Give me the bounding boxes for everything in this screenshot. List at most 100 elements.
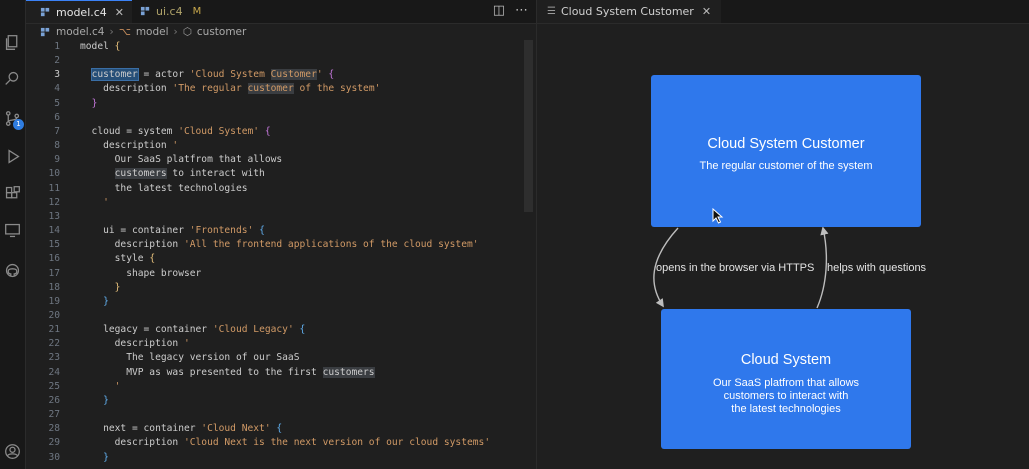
account-icon[interactable] bbox=[2, 441, 22, 461]
remote-explorer-icon[interactable] bbox=[2, 220, 22, 240]
description-line: Our SaaS platfrom that allows bbox=[712, 377, 860, 389]
code-line[interactable]: 7 cloud = system 'Cloud System' { bbox=[26, 125, 526, 139]
line-number: 28 bbox=[48, 423, 60, 435]
editor-actions: ◫ ⋯ bbox=[493, 3, 528, 18]
code-text: style { bbox=[80, 253, 156, 265]
code-line[interactable]: 28 next = container 'Cloud Next' { bbox=[26, 422, 526, 436]
code-line[interactable]: 26 } bbox=[26, 394, 526, 408]
edge-label: opens in the browser via HTTPS bbox=[656, 262, 815, 274]
code-line[interactable]: 6 bbox=[26, 111, 526, 125]
code-line[interactable]: 16 style { bbox=[26, 252, 526, 266]
code-text: ' bbox=[114, 380, 121, 392]
line-number: 22 bbox=[48, 338, 60, 350]
edge-helps-questions bbox=[816, 226, 829, 309]
line-number: 8 bbox=[54, 140, 60, 152]
code-line[interactable]: 3 customer = actor 'Cloud System Custome… bbox=[26, 68, 526, 82]
code-line[interactable]: 30 } bbox=[26, 451, 526, 465]
code-line[interactable]: 29 description 'Cloud Next is the next v… bbox=[26, 436, 526, 450]
code-text: } bbox=[103, 394, 109, 406]
code-text: the latest technologies bbox=[80, 182, 248, 194]
c4-file-icon bbox=[40, 7, 50, 16]
line-number: 12 bbox=[48, 196, 60, 208]
chevron-right-icon: › bbox=[173, 26, 178, 38]
line-number: 1 bbox=[54, 41, 60, 52]
code-line[interactable]: 11 the latest technologies bbox=[26, 182, 526, 196]
split-editor-icon[interactable]: ◫ bbox=[493, 3, 505, 18]
tab-ui-c4[interactable]: ui.c4 M bbox=[132, 0, 201, 23]
code-text: ' bbox=[103, 196, 109, 208]
line-number: 23 bbox=[48, 352, 60, 364]
tab-model-c4[interactable]: model.c4 ✕ bbox=[26, 0, 132, 23]
diagram-preview: ☰ Cloud System Customer ✕ Cloud System C… bbox=[537, 0, 1029, 469]
code-text: shape browser bbox=[80, 267, 202, 279]
code-line[interactable]: 25 ' bbox=[26, 380, 526, 394]
c4-file-icon bbox=[140, 6, 150, 16]
search-icon[interactable] bbox=[2, 68, 22, 88]
line-number: 20 bbox=[48, 309, 60, 321]
tab-label: ui.c4 bbox=[156, 5, 183, 18]
node-title: Cloud System Customer bbox=[707, 136, 865, 152]
node-description: Our SaaS platfrom that allows customers … bbox=[661, 377, 911, 416]
code-text: next = container 'Cloud Next' { bbox=[80, 423, 283, 435]
code-text: description 'The regular customer of the… bbox=[80, 83, 381, 95]
tab-label: model.c4 bbox=[56, 5, 107, 19]
code-line[interactable]: 8 description ' bbox=[26, 139, 526, 153]
chevron-right-icon: › bbox=[109, 26, 114, 38]
line-number: 18 bbox=[48, 281, 60, 293]
code-line[interactable]: 14 ui = container 'Frontends' { bbox=[26, 224, 526, 238]
code-line[interactable]: 1 model { bbox=[26, 40, 526, 54]
more-actions-icon[interactable]: ⋯ bbox=[515, 3, 528, 18]
changes-badge: 1 bbox=[13, 119, 24, 130]
breadcrumb-file[interactable]: model.c4 bbox=[56, 26, 105, 38]
breadcrumb: model.c4 › ⌥ model › ⬡ customer bbox=[40, 25, 246, 39]
line-number: 17 bbox=[48, 267, 60, 279]
line-number: 15 bbox=[48, 239, 60, 251]
github-icon[interactable] bbox=[2, 260, 22, 280]
code-text: description ' bbox=[80, 140, 179, 152]
code-line[interactable]: 2 bbox=[26, 54, 526, 68]
code-text: description 'Cloud Next is the next vers… bbox=[80, 437, 491, 449]
code-line[interactable]: 9 Our SaaS platfrom that allows bbox=[26, 153, 526, 167]
line-number: 5 bbox=[54, 97, 60, 109]
code-line[interactable]: 10 customers to interact with bbox=[26, 167, 526, 181]
code-text: cloud = system 'Cloud System' { bbox=[80, 125, 271, 137]
extensions-icon[interactable] bbox=[2, 183, 22, 203]
line-number: 29 bbox=[48, 437, 60, 449]
scrollbar[interactable] bbox=[524, 40, 533, 212]
code-line[interactable]: 12 ' bbox=[26, 196, 526, 210]
line-number: 19 bbox=[48, 295, 60, 307]
editor-tab-bar: model.c4 ✕ ui.c4 M ◫ ⋯ bbox=[26, 0, 536, 24]
code-line[interactable]: 17 shape browser bbox=[26, 267, 526, 281]
breadcrumb-model[interactable]: model bbox=[136, 26, 169, 38]
code-line[interactable]: 22 description ' bbox=[26, 337, 526, 351]
node-customer[interactable]: Cloud System Customer The regular custom… bbox=[651, 75, 921, 227]
line-number: 13 bbox=[48, 210, 60, 222]
code-line[interactable]: 23 The legacy version of our SaaS bbox=[26, 351, 526, 365]
line-number: 9 bbox=[54, 154, 60, 166]
close-icon[interactable]: ✕ bbox=[115, 6, 124, 19]
line-number: 21 bbox=[48, 324, 60, 336]
line-number: 3 bbox=[54, 69, 60, 81]
code-area[interactable]: 1 model {2 3 customer = actor 'Cloud Syste… bbox=[26, 40, 526, 465]
code-line[interactable]: 5 } bbox=[26, 97, 526, 111]
code-line[interactable]: 15 description 'All the frontend applica… bbox=[26, 238, 526, 252]
code-text: } bbox=[91, 97, 98, 109]
run-debug-icon[interactable] bbox=[2, 146, 22, 166]
code-line[interactable]: 19 } bbox=[26, 295, 526, 309]
code-line[interactable]: 21 legacy = container 'Cloud Legacy' { bbox=[26, 323, 526, 337]
code-line[interactable]: 20 bbox=[26, 309, 526, 323]
node-cloud-system[interactable]: Cloud System Our SaaS platfrom that allo… bbox=[661, 309, 911, 449]
source-control-icon[interactable]: 1 bbox=[2, 108, 24, 130]
activity-bar: 1 bbox=[0, 0, 26, 469]
code-line[interactable]: 4 description 'The regular customer of t… bbox=[26, 82, 526, 96]
breadcrumb-customer[interactable]: customer bbox=[197, 26, 246, 38]
code-line[interactable]: 13 bbox=[26, 210, 526, 224]
code-line[interactable]: 27 bbox=[26, 408, 526, 422]
code-text: customers to interact with bbox=[114, 168, 265, 180]
code-line[interactable]: 24 MVP as was presented to the first cus… bbox=[26, 366, 526, 380]
code-line[interactable]: 18 } bbox=[26, 281, 526, 295]
code-text: } bbox=[114, 281, 121, 293]
code-text: description ' bbox=[80, 338, 190, 350]
line-number: 2 bbox=[54, 55, 60, 67]
explorer-icon[interactable] bbox=[2, 32, 22, 52]
